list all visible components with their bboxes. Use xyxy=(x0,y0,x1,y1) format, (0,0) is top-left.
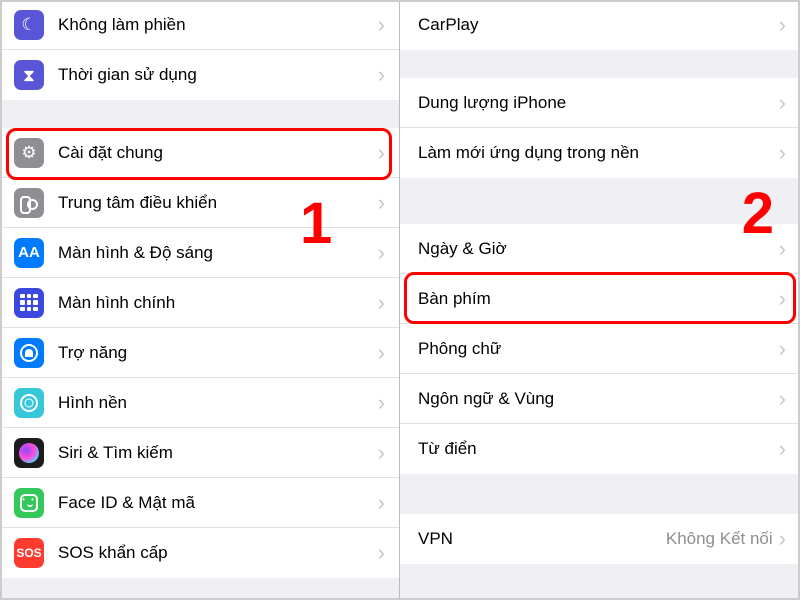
image-frame xyxy=(0,0,800,600)
step-number-1: 1 xyxy=(300,190,332,257)
step-number-2: 2 xyxy=(742,180,774,247)
